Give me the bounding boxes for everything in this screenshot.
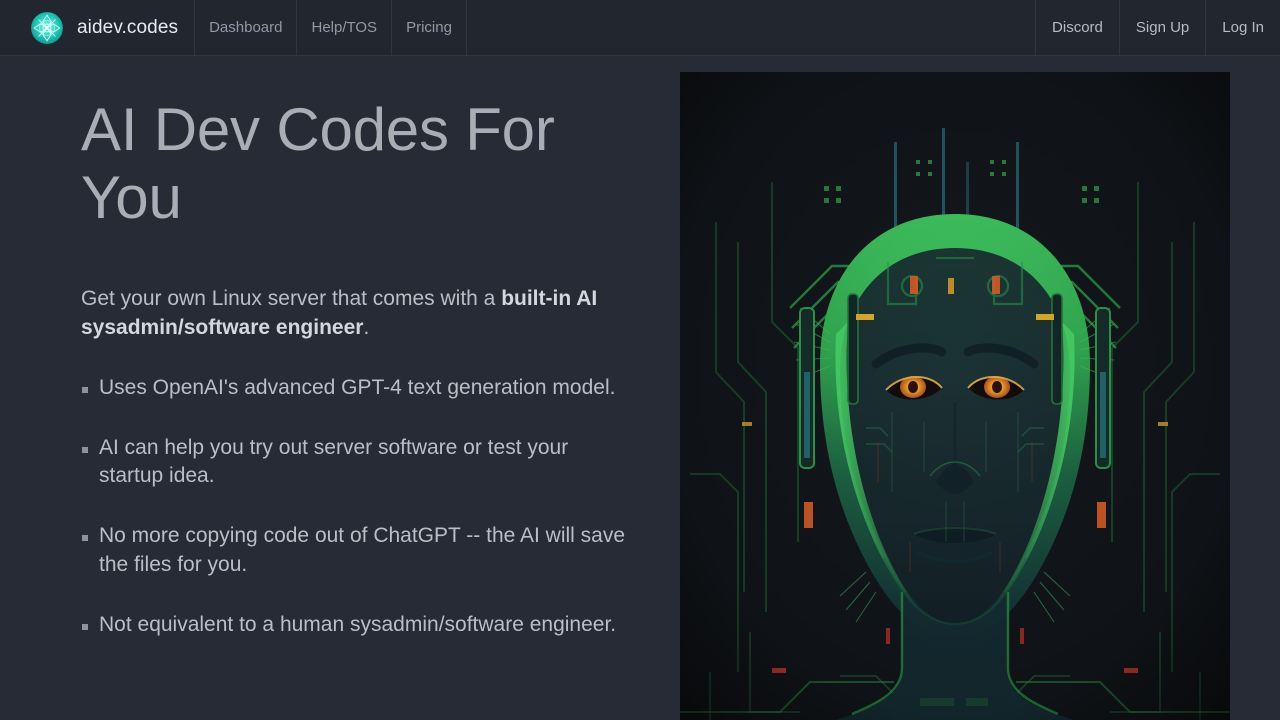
ai-android-face-circuitry-illustration	[680, 72, 1230, 720]
list-item-label: AI can help you try out server software …	[99, 435, 569, 488]
hero-lead-paragraph: Get your own Linux server that comes wit…	[81, 285, 623, 343]
lead-suffix: .	[363, 315, 370, 339]
nav-link-sign-up[interactable]: Sign Up	[1118, 0, 1205, 55]
list-item-label: Not equivalent to a human sysadmin/softw…	[99, 613, 617, 637]
main-hero-section: AI Dev Codes For You Get your own Linux …	[0, 56, 1280, 720]
hero-illustration-svg	[680, 72, 1230, 720]
square-bullet-icon	[82, 624, 88, 631]
nav-links-left: Dashboard Help/TOS Pricing	[195, 0, 467, 55]
list-item-label: Uses OpenAI's advanced GPT-4 text genera…	[99, 375, 616, 399]
top-navbar: aidev.codes Dashboard Help/TOS Pricing D…	[0, 0, 1280, 56]
nav-link-pricing[interactable]: Pricing	[392, 0, 467, 55]
hero-text-column: AI Dev Codes For You Get your own Linux …	[81, 96, 641, 640]
square-bullet-icon	[82, 535, 88, 542]
nav-link-help-tos[interactable]: Help/TOS	[297, 0, 393, 55]
list-item: Not equivalent to a human sysadmin/softw…	[81, 611, 626, 640]
square-bullet-icon	[82, 446, 88, 453]
list-item: AI can help you try out server software …	[81, 434, 626, 492]
nav-link-log-in[interactable]: Log In	[1205, 0, 1280, 55]
hero-feature-list: Uses OpenAI's advanced GPT-4 text genera…	[81, 374, 641, 641]
brand-label: aidev.codes	[77, 16, 179, 38]
aidev-mandala-logo-icon	[31, 11, 63, 44]
brand[interactable]: aidev.codes	[0, 0, 196, 55]
page-title: AI Dev Codes For You	[81, 96, 555, 231]
list-item: No more copying code out of ChatGPT -- t…	[81, 522, 626, 580]
nav-links-right: Discord Sign Up Log In	[1035, 0, 1280, 55]
nav-link-discord[interactable]: Discord	[1035, 0, 1119, 55]
nav-link-dashboard[interactable]: Dashboard	[195, 0, 298, 55]
list-item-label: No more copying code out of ChatGPT -- t…	[99, 524, 626, 577]
lead-prefix: Get your own Linux server that comes wit…	[81, 286, 502, 310]
square-bullet-icon	[82, 386, 88, 393]
list-item: Uses OpenAI's advanced GPT-4 text genera…	[81, 374, 626, 403]
